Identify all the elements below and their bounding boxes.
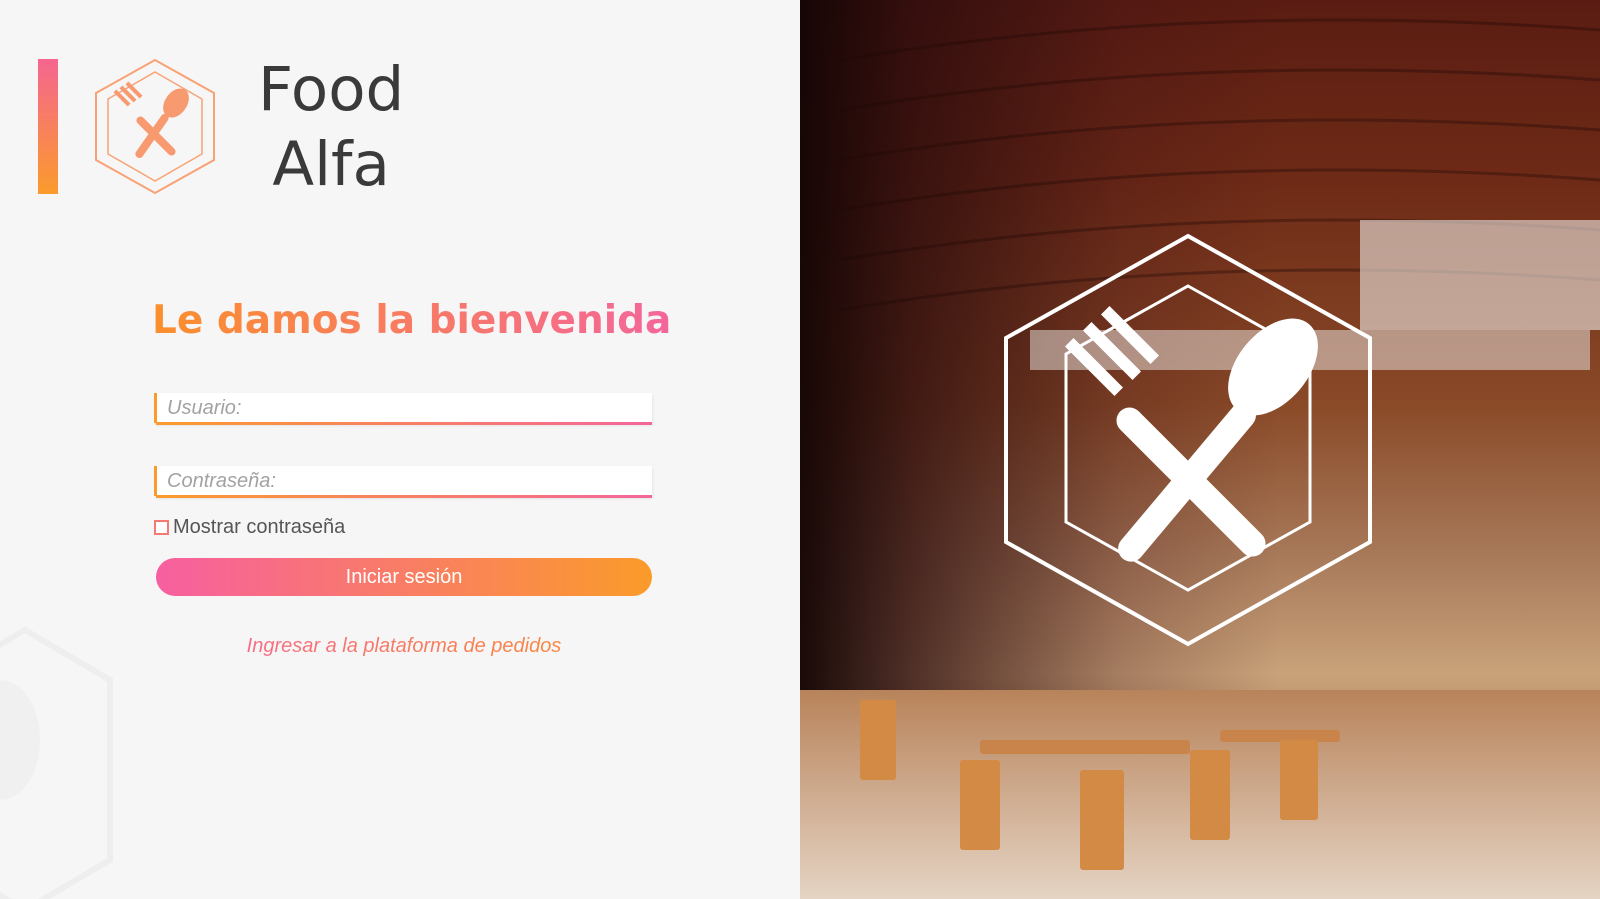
chair <box>1080 770 1124 870</box>
username-field-wrapper <box>154 393 652 425</box>
username-input[interactable] <box>156 393 647 423</box>
show-password-row: Mostrar contraseña <box>154 516 345 539</box>
ordering-platform-link[interactable]: Ingresar a la plataforma de pedidos <box>156 635 652 658</box>
dining-table <box>980 740 1190 754</box>
accent-bar <box>38 59 58 194</box>
brand-line-1: Food <box>258 54 405 125</box>
chair <box>960 760 1000 850</box>
password-input[interactable] <box>156 466 647 496</box>
welcome-title: Le damos la bienvenida <box>152 298 672 343</box>
restaurant-hero-image <box>800 0 1600 899</box>
background-hexagon-icon <box>0 626 113 899</box>
chair <box>1280 740 1318 820</box>
fork-spoon-hexagon-icon <box>95 58 215 195</box>
chair <box>860 700 896 780</box>
password-field-wrapper <box>154 466 652 498</box>
show-password-label[interactable]: Mostrar contraseña <box>173 516 345 539</box>
hero-fork-spoon-hexagon-icon <box>1004 233 1372 647</box>
login-button[interactable]: Iniciar sesión <box>156 558 652 596</box>
brand-name: Food Alfa <box>258 52 404 202</box>
show-password-checkbox[interactable] <box>154 520 169 535</box>
login-panel: Food Alfa Le damos la bienvenida Mostrar… <box>0 0 800 899</box>
brand-line-2: Alfa <box>272 129 390 200</box>
chair <box>1190 750 1230 840</box>
